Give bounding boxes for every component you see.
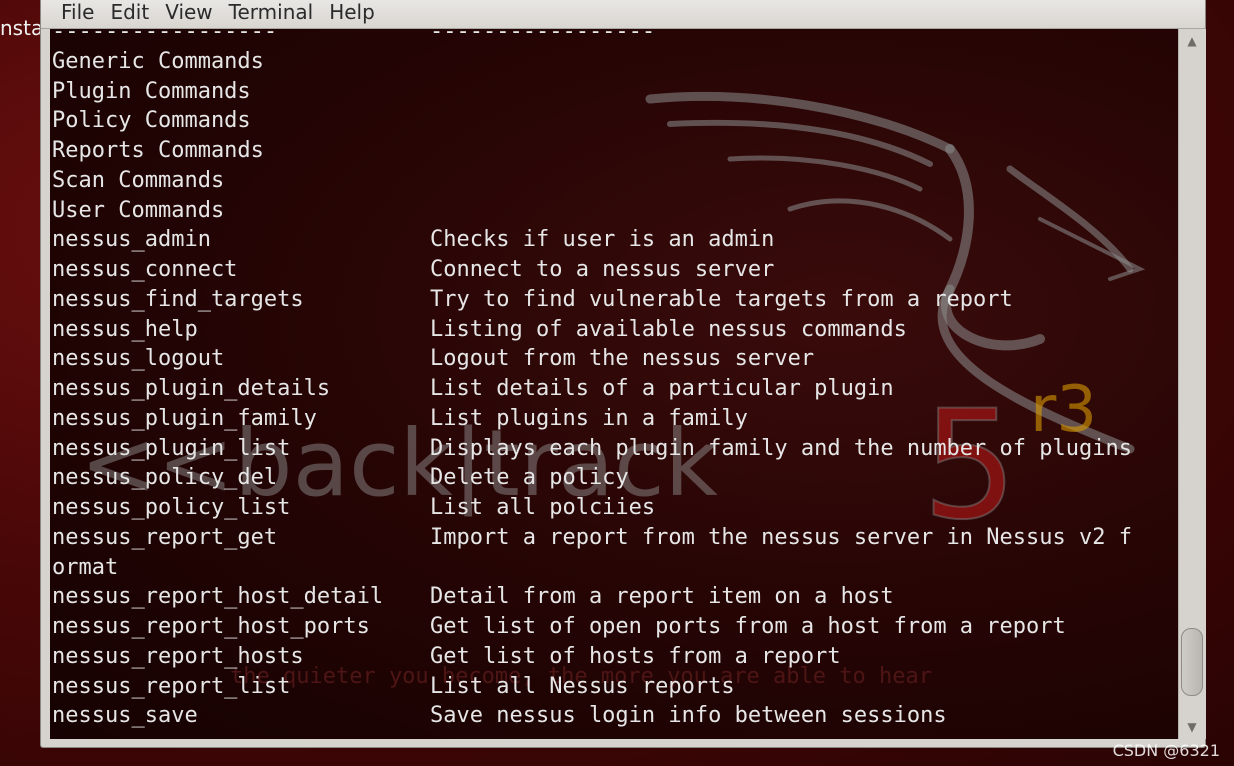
menu-help[interactable]: Help (329, 0, 383, 28)
command-name: nessus_help (52, 316, 198, 342)
terminal-line: nessus_admin Checks if user is an admin (52, 225, 1132, 255)
command-description: Connect to a nessus server (430, 257, 775, 282)
command-description: Logout from the nessus server (430, 346, 815, 372)
command-name: nessus_plugin_list (52, 435, 291, 461)
terminal-line: nessus_find_targets Try to find vulnerabl… (52, 285, 1132, 315)
command-description: Try to find vulnerable targets from a re… (430, 286, 1013, 312)
command-name: nessus_report_list (52, 673, 291, 699)
command-name: nessus_plugin_family (52, 405, 317, 431)
command-description: Listing of available nessus commands (430, 316, 907, 342)
command-name: nessus_admin (52, 227, 211, 253)
terminal-line: nessus_help Listing of available nessus c… (52, 315, 1132, 345)
menu-bar: File Edit View Terminal Help (41, 0, 1205, 29)
command-description: Displays each plugin family and the numb… (430, 435, 1132, 461)
terminal-line: nessus_logout Logout from the nessus serv… (52, 344, 1132, 374)
command-name: nessus_report_hosts (52, 643, 304, 669)
terminal-line: nessus_report_get Import a report from th… (52, 523, 1132, 553)
desktop-icon-label: nsta (0, 16, 44, 40)
command-name: nessus_policy_del (52, 465, 278, 491)
menu-edit[interactable]: Edit (110, 0, 157, 28)
command-name: nessus_report_host_detail (52, 584, 384, 610)
command-name: ormat (52, 554, 119, 580)
terminal-line: nessus_report_hosts Get list of hosts fro… (52, 642, 1132, 672)
command-name: nessus_find_targets (52, 286, 304, 312)
command-description: Import a report from the nessus server i… (430, 524, 1132, 550)
terminal-line: Scan Commands (52, 166, 1132, 196)
command-description: List plugins in a family (430, 405, 748, 431)
command-description: Get list of hosts from a report (430, 643, 841, 669)
command-description: Delete a policy (430, 465, 629, 491)
command-name: nessus_plugin_details (52, 376, 331, 401)
command-name: nessus_report_host_ports (52, 614, 370, 639)
command-description: List all Nessus reports (430, 673, 735, 699)
command-list: ----------------- ----------------- Generi… (52, 29, 1132, 731)
terminal-line: nessus_report_list List all Nessus report… (52, 672, 1132, 702)
command-name: User Commands (52, 197, 225, 223)
terminal-line: nessus_report_host_detail Detail from a r… (52, 582, 1132, 612)
command-description: Get list of open ports from a host from … (430, 614, 1066, 639)
watermark-text: CSDN @6321 (1112, 741, 1220, 760)
terminal-line: Reports Commands (52, 136, 1132, 166)
command-description: Detail from a report item on a host (430, 584, 894, 610)
terminal-line: Generic Commands (52, 47, 1132, 77)
terminal-line: nessus_policy_list List all polciies (52, 493, 1132, 523)
terminal-line: nessus_save Save nessus login info betwee… (52, 701, 1132, 731)
arrow-down-icon[interactable]: ▼ (1179, 717, 1205, 737)
vertical-scrollbar[interactable]: ▲ ▼ (1178, 29, 1206, 739)
command-name: nessus_policy_list (52, 495, 291, 520)
command-name: Generic Commands (52, 48, 264, 74)
terminal-line: nessus_connect Connect to a nessus server (52, 255, 1132, 285)
terminal-line: nessus_report_host_ports Get list of open… (52, 612, 1132, 642)
command-name: Reports Commands (52, 138, 264, 163)
command-name: ----------------- (52, 29, 278, 44)
command-description: List details of a particular plugin (430, 376, 894, 401)
terminal-line: ----------------- ----------------- (52, 29, 1132, 47)
menu-terminal[interactable]: Terminal (229, 0, 322, 28)
terminal-output-area[interactable]: <<back|track 5 r3 the quieter you become… (50, 29, 1178, 739)
command-name: Policy Commands (52, 108, 251, 134)
terminal-window: File Edit View Terminal Help <<back|trac… (40, 0, 1206, 748)
menu-file[interactable]: File (61, 0, 102, 28)
command-name: nessus_connect (52, 257, 238, 282)
terminal-line: Policy Commands (52, 106, 1132, 136)
terminal-line: User Commands (52, 196, 1132, 226)
terminal-line: nessus_plugin_family List plugins in a fa… (52, 404, 1132, 434)
command-name: nessus_save (52, 703, 198, 729)
command-description: List all polciies (430, 495, 656, 520)
terminal-line: nessus_plugin_list Displays each plugin f… (52, 434, 1132, 464)
menu-view[interactable]: View (165, 0, 220, 28)
terminal-line: nessus_policy_del Delete a policy (52, 463, 1132, 493)
terminal-line: ormat (52, 553, 1132, 583)
command-name: nessus_report_get (52, 524, 278, 550)
command-name: Scan Commands (52, 167, 225, 193)
arrow-up-icon[interactable]: ▲ (1179, 31, 1205, 51)
scrollbar-thumb[interactable] (1181, 628, 1203, 696)
command-name: Plugin Commands (52, 78, 251, 104)
command-description: ----------------- (430, 29, 656, 44)
terminal-line: nessus_plugin_details List details of a p… (52, 374, 1132, 404)
command-description: Checks if user is an admin (430, 227, 775, 253)
terminal-line: Plugin Commands (52, 77, 1132, 107)
command-name: nessus_logout (52, 346, 225, 372)
command-description: Save nessus login info between sessions (430, 703, 947, 729)
